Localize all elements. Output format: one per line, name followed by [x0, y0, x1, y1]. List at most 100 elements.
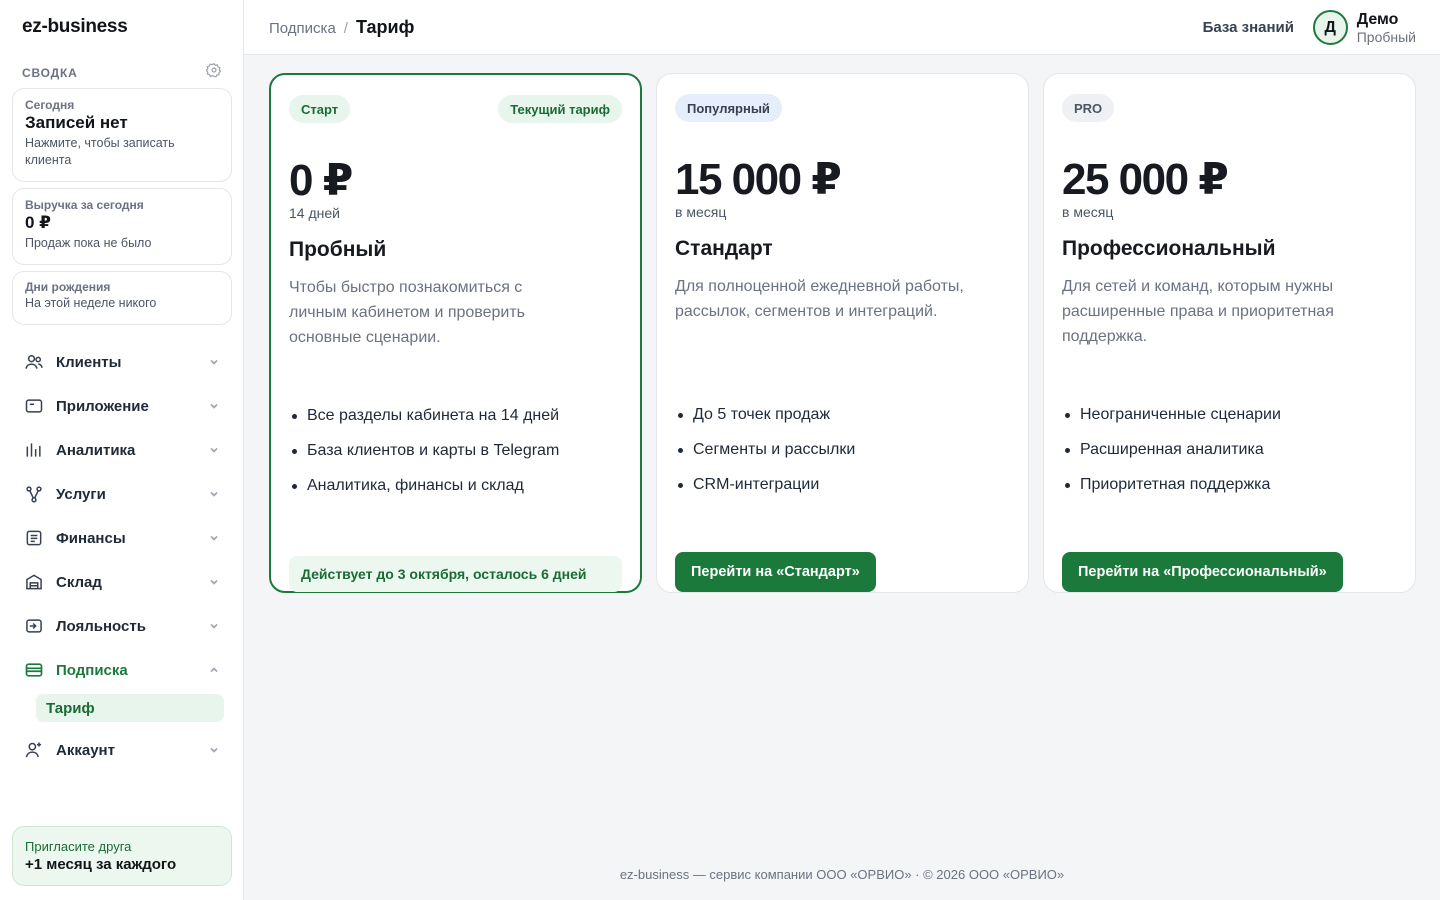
- chevron-down-icon: [210, 447, 218, 453]
- invite-subtitle: +1 месяц за каждого: [25, 856, 177, 873]
- sidebar-item-label: Услуги: [56, 485, 106, 503]
- sidebar-item-label: Аналитика: [56, 441, 136, 459]
- warehouse-icon: [24, 572, 44, 592]
- chart-icon: [24, 440, 44, 460]
- brand-logo[interactable]: ez-business: [22, 16, 128, 38]
- plan-name: Пробный: [289, 238, 387, 261]
- feature-item: Приоритетная поддержка: [1062, 474, 1281, 509]
- sidebar-item-services[interactable]: Услуги: [12, 472, 232, 516]
- avatar: Д: [1312, 10, 1348, 45]
- chevron-down-icon: [210, 579, 218, 585]
- sidebar-item-label: Лояльность: [56, 617, 146, 635]
- summary-title: СВОДКА: [22, 65, 78, 80]
- plan-price: 25 000 ₽: [1062, 155, 1229, 204]
- plan-card-pro: PRO 25 000 ₽ в месяц Профессиональный Дл…: [1043, 73, 1416, 593]
- topbar: Подписка / Тариф База знаний Д Демо Проб…: [244, 0, 1440, 55]
- gear-icon[interactable]: [205, 62, 222, 83]
- user-name: Демо: [1356, 10, 1399, 28]
- feature-item: Все разделы кабинета на 14 дней: [289, 405, 559, 440]
- sidebar: ez-business СВОДКА Сегодня Записей нет Н…: [0, 0, 244, 900]
- chevron-down-icon: [210, 491, 218, 497]
- plan-features: До 5 точек продаж Сегменты и рассылки CR…: [675, 404, 855, 509]
- sidebar-item-label: Клиенты: [56, 353, 122, 371]
- sidebar-item-subscription[interactable]: Подписка: [12, 648, 232, 692]
- plan-name: Профессиональный: [1062, 237, 1276, 260]
- plan-description: Для сетей и команд, которым нужны расшир…: [1062, 278, 1334, 345]
- finance-icon: [24, 528, 44, 548]
- sidebar-subitem-tariff[interactable]: Тариф: [36, 694, 224, 722]
- chevron-down-icon: [210, 359, 218, 365]
- feature-item: Сегменты и рассылки: [675, 439, 855, 474]
- switch-to-standard-button[interactable]: Перейти на «Стандарт»: [675, 552, 876, 592]
- feature-item: Расширенная аналитика: [1062, 439, 1281, 474]
- card-icon: [24, 660, 44, 680]
- sidebar-item-account[interactable]: Аккаунт: [12, 728, 232, 772]
- birthdays-label: Дни рождения: [25, 280, 111, 294]
- revenue-label: Выручка за сегодня: [25, 198, 144, 212]
- today-value: Записей нет: [25, 113, 128, 132]
- sidebar-item-label: Финансы: [56, 529, 126, 547]
- invite-title: Пригласите друга: [25, 839, 132, 854]
- breadcrumb: Подписка / Тариф: [269, 17, 414, 38]
- plan-card-trial: Старт Текущий тариф 0 ₽ 14 дней Пробный …: [269, 73, 642, 593]
- sidebar-item-label: Приложение: [56, 397, 149, 415]
- user-role: Пробный: [1356, 28, 1416, 45]
- breadcrumb-separator: /: [343, 20, 348, 37]
- chevron-down-icon: [210, 623, 218, 629]
- plan-description: Чтобы быстро познакомиться с личным каби…: [289, 279, 525, 346]
- sidebar-item-warehouse[interactable]: Склад: [12, 560, 232, 604]
- revenue-card[interactable]: Выручка за сегодня 0 ₽ Продаж пока не бы…: [12, 188, 232, 265]
- sidebar-item-clients[interactable]: Клиенты: [12, 340, 232, 384]
- current-plan-badge: Текущий тариф: [498, 95, 622, 123]
- page-title: Тариф: [355, 17, 415, 37]
- invite-friend-card[interactable]: Пригласите друга +1 месяц за каждого: [12, 826, 232, 886]
- sidebar-item-analytics[interactable]: Аналитика: [12, 428, 232, 472]
- feature-item: База клиентов и карты в Telegram: [289, 440, 559, 475]
- sidebar-item-finance[interactable]: Финансы: [12, 516, 232, 560]
- sidebar-item-label: Склад: [56, 573, 102, 591]
- chevron-down-icon: [210, 747, 218, 753]
- today-label: Сегодня: [25, 98, 75, 112]
- knowledge-base-link[interactable]: База знаний: [1203, 19, 1294, 36]
- breadcrumb-parent[interactable]: Подписка: [269, 20, 336, 37]
- plan-period: в месяц: [1062, 204, 1114, 220]
- plan-card-standard: Популярный 15 000 ₽ в месяц Стандарт Для…: [656, 73, 1029, 593]
- today-card[interactable]: Сегодня Записей нет Нажмите, чтобы запис…: [12, 88, 232, 182]
- plan-price: 0 ₽: [289, 156, 353, 205]
- sidebar-item-label: Аккаунт: [56, 741, 115, 759]
- plan-chip: Старт: [289, 95, 351, 123]
- feature-item: Неограниченные сценарии: [1062, 404, 1281, 439]
- sidebar-item-loyalty[interactable]: Лояльность: [12, 604, 232, 648]
- revenue-value: 0 ₽: [25, 213, 52, 232]
- footer: ez-business — сервис компании ООО «ОРВИО…: [619, 867, 1065, 882]
- sidebar-nav: Клиенты Приложение Аналитика Услуги Фина…: [12, 340, 232, 772]
- chevron-down-icon: [210, 403, 218, 409]
- user-menu[interactable]: Д Демо Пробный: [1312, 10, 1416, 45]
- account-icon: [24, 740, 44, 760]
- sidebar-item-app[interactable]: Приложение: [12, 384, 232, 428]
- birthdays-sub: На этой неделе никого: [25, 296, 157, 310]
- revenue-sub: Продаж пока не было: [25, 236, 152, 250]
- feature-item: Аналитика, финансы и склад: [289, 475, 559, 510]
- plan-chip: PRO: [1062, 94, 1115, 122]
- birthdays-card[interactable]: Дни рождения На этой неделе никого: [12, 271, 232, 325]
- chevron-up-icon: [210, 667, 218, 673]
- plan-status: Действует до 3 октября, осталось 6 дней: [289, 556, 622, 592]
- plan-features: Все разделы кабинета на 14 дней База кли…: [289, 405, 559, 510]
- services-icon: [24, 484, 44, 504]
- switch-to-pro-button[interactable]: Перейти на «Профессиональный»: [1062, 552, 1343, 592]
- users-icon: [24, 352, 44, 372]
- summary-header: СВОДКА: [22, 62, 222, 83]
- plan-description: Для полноценной ежедневной работы, рассы…: [675, 278, 964, 320]
- app-icon: [24, 396, 44, 416]
- plan-features: Неограниченные сценарии Расширенная анал…: [1062, 404, 1281, 509]
- feature-item: CRM-интеграции: [675, 474, 855, 509]
- plan-period: 14 дней: [289, 205, 340, 221]
- feature-item: До 5 точек продаж: [675, 404, 855, 439]
- chevron-down-icon: [210, 535, 218, 541]
- plan-period: в месяц: [675, 204, 727, 220]
- plan-chip: Популярный: [675, 94, 782, 122]
- sidebar-item-label: Подписка: [56, 661, 128, 679]
- today-sub: Нажмите, чтобы записать клиента: [25, 136, 175, 167]
- loyalty-icon: [24, 616, 44, 636]
